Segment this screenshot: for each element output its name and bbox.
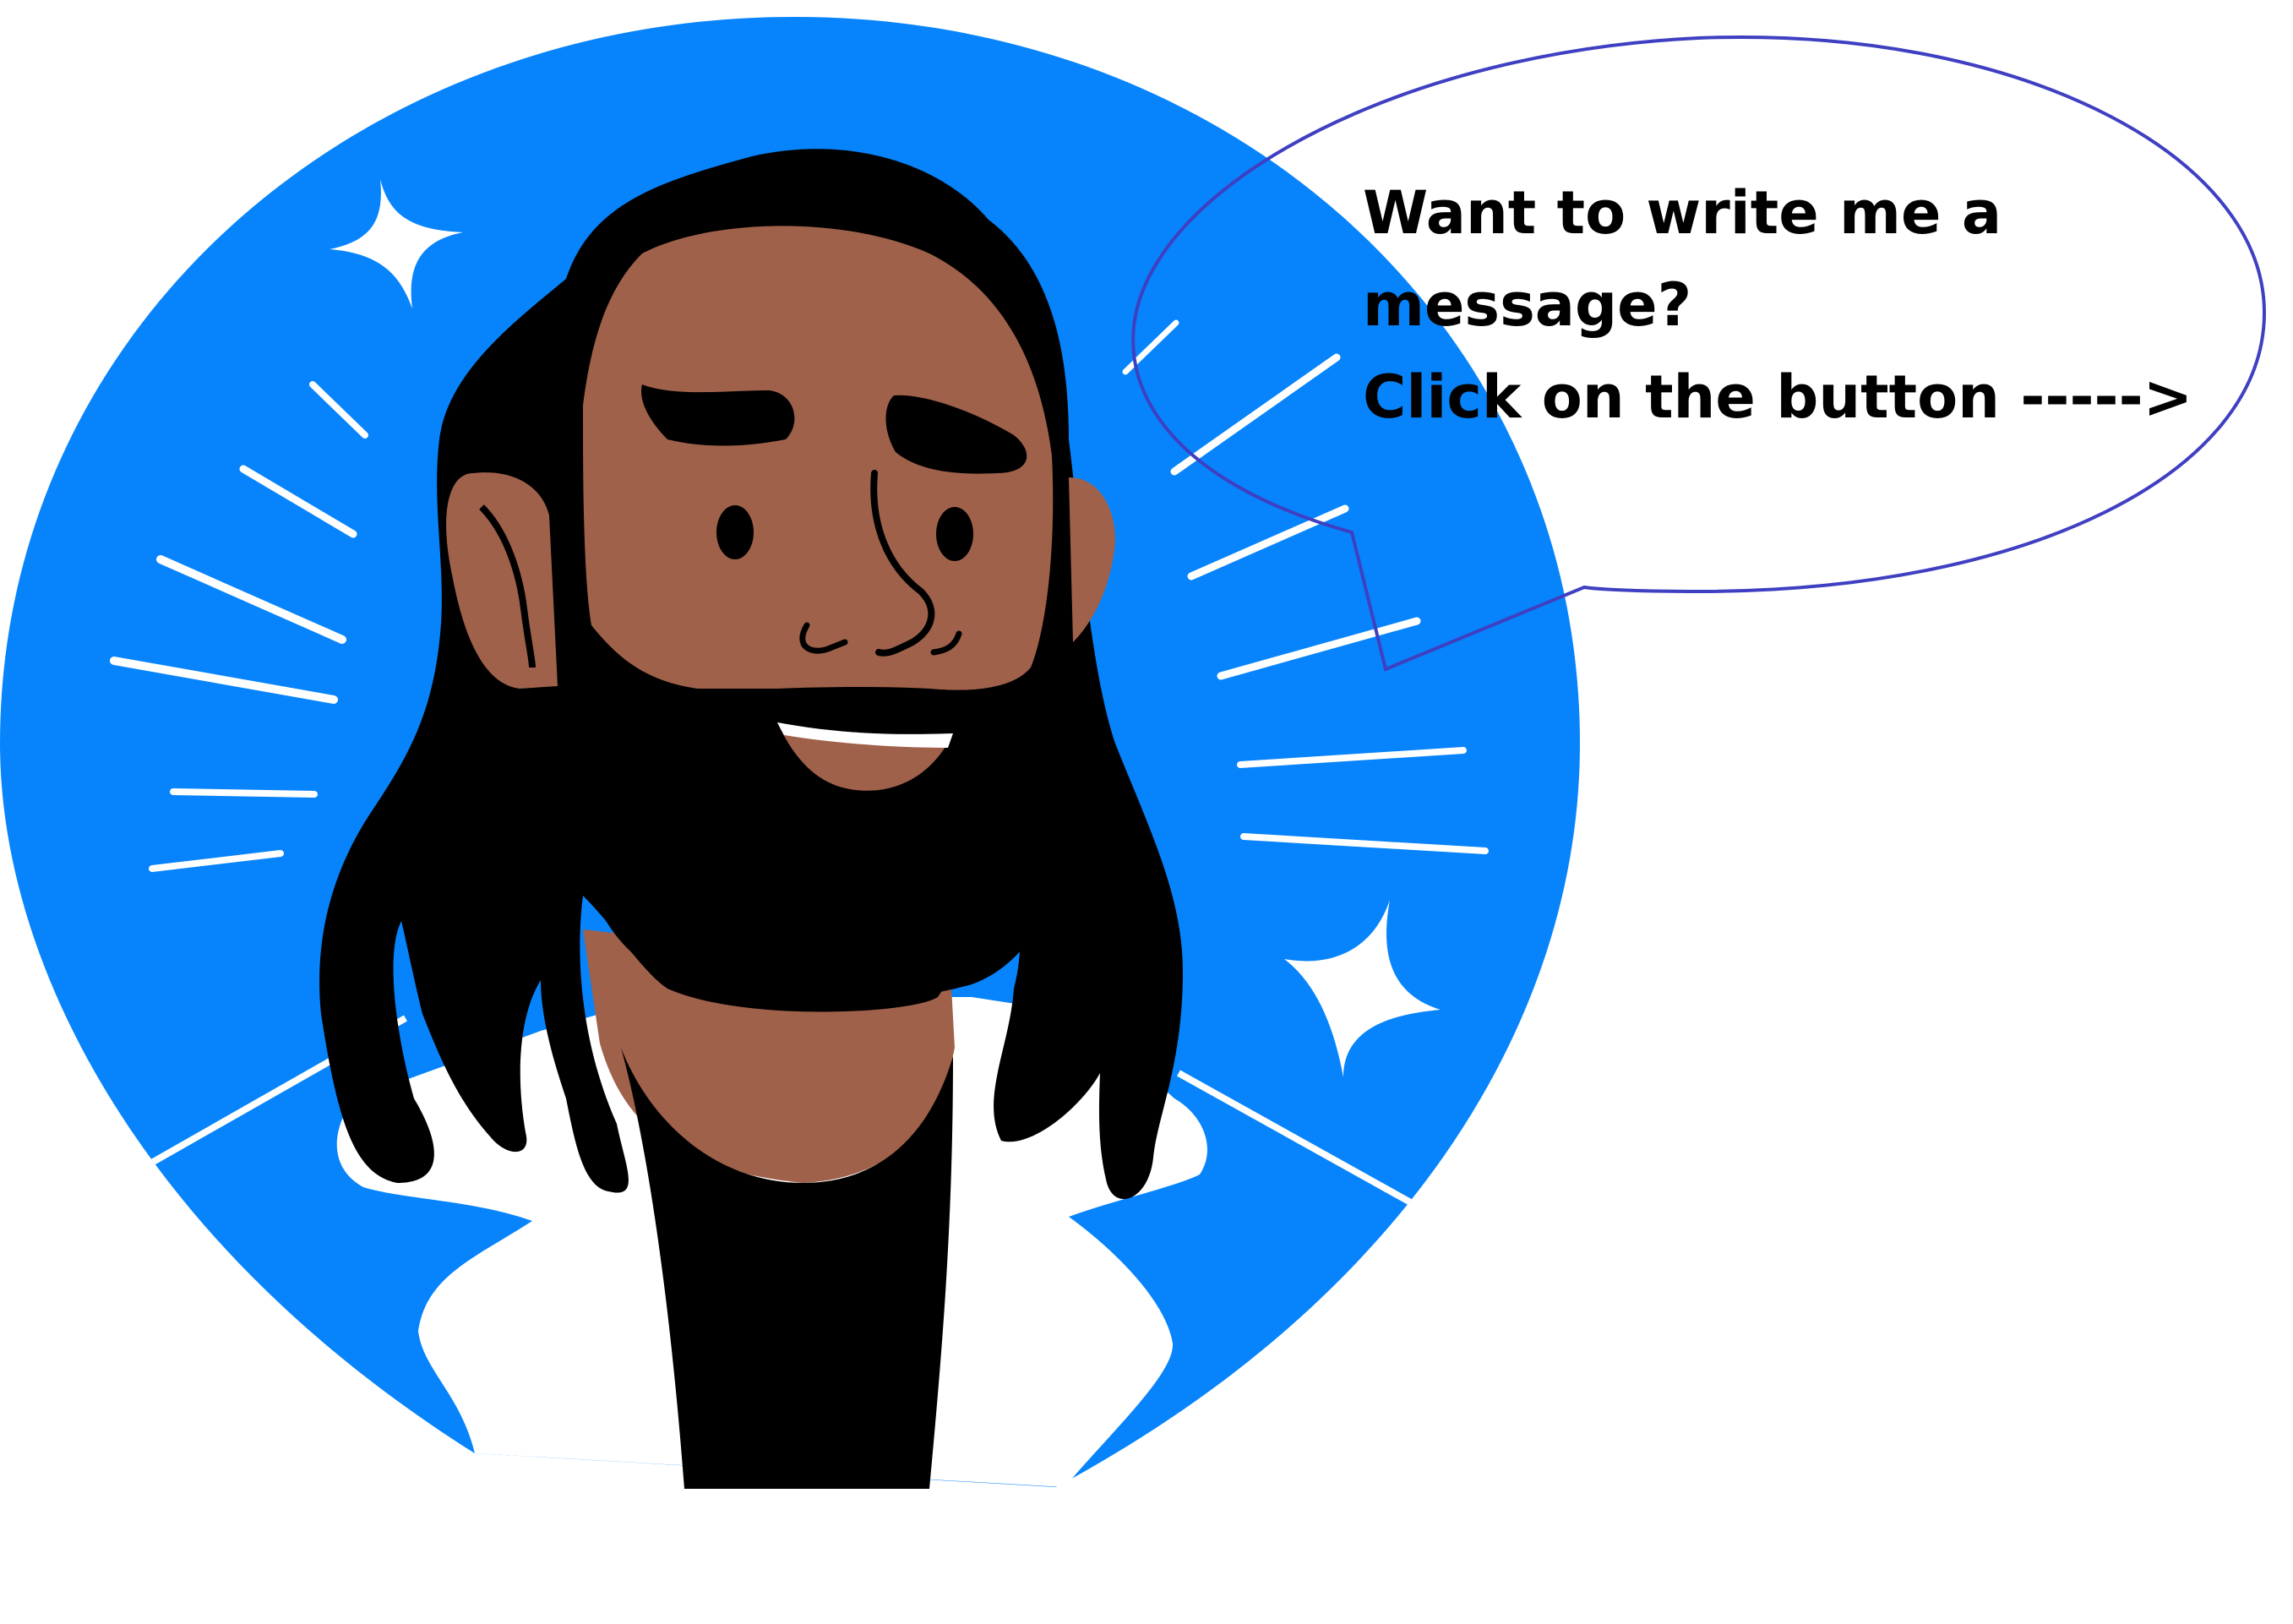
bubble-line-3: Click on the button -----> xyxy=(1363,362,2193,432)
bubble-line-2: message? xyxy=(1363,270,1692,340)
left-eye xyxy=(716,505,754,559)
bubble-line-1: Want to write me a xyxy=(1363,178,2002,248)
illustration-scene: Want to write me a message? Click on the… xyxy=(0,0,2293,1621)
speech-bubble-text: Want to write me a message? Click on the… xyxy=(1363,167,2193,444)
right-eye xyxy=(936,507,973,561)
